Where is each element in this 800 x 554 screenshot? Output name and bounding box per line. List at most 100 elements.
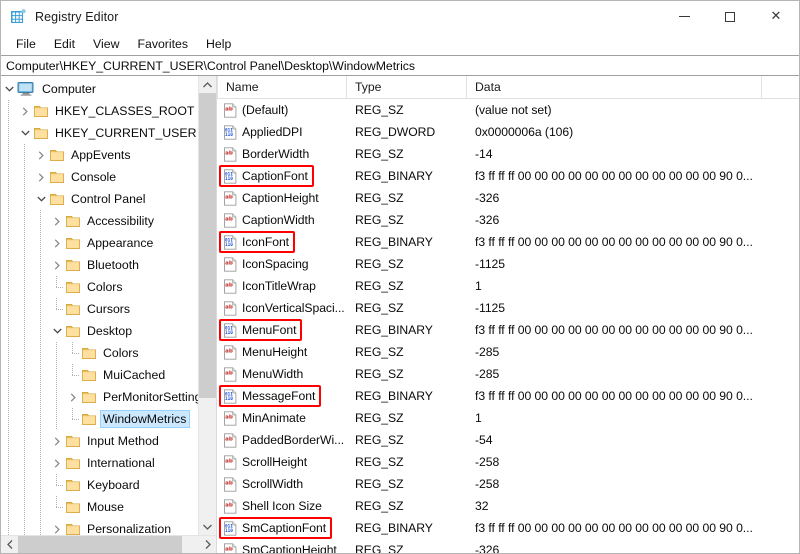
value-name-cell[interactable]: ab Shell Icon Size [217,498,347,514]
tree-item-personalization[interactable]: Personalization [1,518,198,535]
column-header-data[interactable]: Data [467,76,762,98]
tree-hscroll-thumb[interactable] [18,536,182,553]
chevron-right-icon[interactable] [49,452,65,474]
table-row[interactable]: ab ScrollWidth REG_SZ -258 [217,473,799,495]
value-name-cell[interactable]: ab ScrollHeight [217,454,347,470]
chevron-right-icon[interactable] [49,254,65,276]
value-name-cell[interactable]: 011 110 MessageFont [217,385,347,407]
table-row[interactable]: 011 110 MessageFont REG_BINARY f3 ff ff ff 0… [217,385,799,407]
value-name-cell[interactable]: ab PaddedBorderWi... [217,432,347,448]
table-row[interactable]: ab ScrollHeight REG_SZ -258 [217,451,799,473]
menu-item-file[interactable]: File [7,34,45,54]
tree-item-colors[interactable]: Colors [1,276,198,298]
tree-item-international[interactable]: International [1,452,198,474]
value-name-cell[interactable]: 011 110 MenuFont [217,319,347,341]
value-name-cell[interactable]: ab IconSpacing [217,256,347,272]
column-header-type[interactable]: Type [347,76,467,98]
tree-item-colors[interactable]: Colors [1,342,198,364]
value-name-cell[interactable]: ab MenuHeight [217,344,347,360]
chevron-right-icon[interactable] [49,232,65,254]
table-row[interactable]: ab Shell Icon Size REG_SZ 32 [217,495,799,517]
scroll-left-arrow[interactable] [1,536,18,553]
chevron-right-icon[interactable] [65,386,81,408]
value-name-cell[interactable]: ab CaptionHeight [217,190,347,206]
table-row[interactable]: ab IconTitleWrap REG_SZ 1 [217,275,799,297]
table-row[interactable]: 011 110 AppliedDPI REG_DWORD 0x0000006a (106… [217,121,799,143]
value-name-cell[interactable]: 011 110 AppliedDPI [217,124,347,140]
chevron-down-icon[interactable] [33,188,49,210]
value-name-cell[interactable]: ab IconTitleWrap [217,278,347,294]
close-button[interactable]: ✕ [753,1,799,32]
table-row[interactable]: ab MinAnimate REG_SZ 1 [217,407,799,429]
tree-item-keyboard[interactable]: Keyboard [1,474,198,496]
table-row[interactable]: ab SmCaptionHeight REG_SZ -326 [217,539,799,553]
tree-item-mouse[interactable]: Mouse [1,496,198,518]
scroll-up-arrow[interactable] [199,76,216,93]
value-name-cell[interactable]: 011 110 IconFont [217,231,347,253]
value-name-cell[interactable]: ab MenuWidth [217,366,347,382]
chevron-down-icon[interactable] [1,78,17,100]
value-name-cell[interactable]: ab IconVerticalSpaci... [217,300,347,316]
tree-horizontal-scrollbar[interactable] [1,535,216,553]
menu-item-favorites[interactable]: Favorites [128,34,197,54]
chevron-right-icon[interactable] [33,166,49,188]
registry-values-list[interactable]: ab (Default) REG_SZ (value not set) 011 110 Ap… [217,99,799,553]
tree-item-windowmetrics[interactable]: WindowMetrics [1,408,198,430]
value-name-cell[interactable]: ab ScrollWidth [217,476,347,492]
address-path-input[interactable]: Computer\HKEY_CURRENT_USER\Control Panel… [1,55,799,76]
tree-item-accessibility[interactable]: Accessibility [1,210,198,232]
table-row[interactable]: 011 110 SmCaptionFont REG_BINARY f3 ff ff ff… [217,517,799,539]
tree-item-input-method[interactable]: Input Method [1,430,198,452]
value-name-cell[interactable]: 011 110 CaptionFont [217,165,347,187]
tree-item-permonitorsettings[interactable]: PerMonitorSettings [1,386,198,408]
table-row[interactable]: ab MenuHeight REG_SZ -285 [217,341,799,363]
tree-item-computer[interactable]: Computer [1,78,198,100]
table-row[interactable]: 011 110 MenuFont REG_BINARY f3 ff ff ff 00 0… [217,319,799,341]
chevron-down-icon[interactable] [49,320,65,342]
tree-item-appearance[interactable]: Appearance [1,232,198,254]
minimize-button[interactable] [661,1,707,32]
tree-item-bluetooth[interactable]: Bluetooth [1,254,198,276]
table-row[interactable]: ab IconVerticalSpaci... REG_SZ -1125 [217,297,799,319]
value-name-cell[interactable]: 011 110 SmCaptionFont [217,517,347,539]
chevron-right-icon[interactable] [49,210,65,232]
table-row[interactable]: ab (Default) REG_SZ (value not set) [217,99,799,121]
table-row[interactable]: ab MenuWidth REG_SZ -285 [217,363,799,385]
chevron-right-icon[interactable] [17,100,33,122]
tree-scroll-track[interactable] [199,93,216,518]
tree-item-appevents[interactable]: AppEvents [1,144,198,166]
value-name-cell[interactable]: ab SmCaptionHeight [217,542,347,553]
scroll-down-arrow[interactable] [199,518,216,535]
table-row[interactable]: ab BorderWidth REG_SZ -14 [217,143,799,165]
tree-item-control-panel[interactable]: Control Panel [1,188,198,210]
menu-item-help[interactable]: Help [197,34,240,54]
tree-item-hkey-classes-root[interactable]: HKEY_CLASSES_ROOT [1,100,198,122]
tree-item-cursors[interactable]: Cursors [1,298,198,320]
tree-vertical-scrollbar[interactable] [198,76,216,535]
table-row[interactable]: ab IconSpacing REG_SZ -1125 [217,253,799,275]
tree-item-desktop[interactable]: Desktop [1,320,198,342]
table-row[interactable]: ab CaptionHeight REG_SZ -326 [217,187,799,209]
scroll-right-arrow[interactable] [199,536,216,553]
chevron-down-icon[interactable] [17,122,33,144]
tree-scroll-thumb[interactable] [199,93,216,398]
chevron-right-icon[interactable] [49,518,65,535]
tree-hscroll-track[interactable] [18,536,199,553]
value-name-cell[interactable]: ab CaptionWidth [217,212,347,228]
value-name-cell[interactable]: ab BorderWidth [217,146,347,162]
tree-item-hkey-current-user[interactable]: HKEY_CURRENT_USER [1,122,198,144]
table-row[interactable]: ab CaptionWidth REG_SZ -326 [217,209,799,231]
menu-item-view[interactable]: View [84,34,128,54]
registry-tree[interactable]: Computer HKEY_CLASSES_ROOT HKEY_CURRENT_US… [1,76,198,535]
tree-item-console[interactable]: Console [1,166,198,188]
maximize-button[interactable] [707,1,753,32]
menu-item-edit[interactable]: Edit [45,34,84,54]
chevron-right-icon[interactable] [49,430,65,452]
table-row[interactable]: ab PaddedBorderWi... REG_SZ -54 [217,429,799,451]
tree-item-muicached[interactable]: MuiCached [1,364,198,386]
value-name-cell[interactable]: ab MinAnimate [217,410,347,426]
table-row[interactable]: 011 110 IconFont REG_BINARY f3 ff ff ff 00 0… [217,231,799,253]
table-row[interactable]: 011 110 CaptionFont REG_BINARY f3 ff ff ff 0… [217,165,799,187]
chevron-right-icon[interactable] [33,144,49,166]
column-header-name[interactable]: Name [217,76,347,98]
